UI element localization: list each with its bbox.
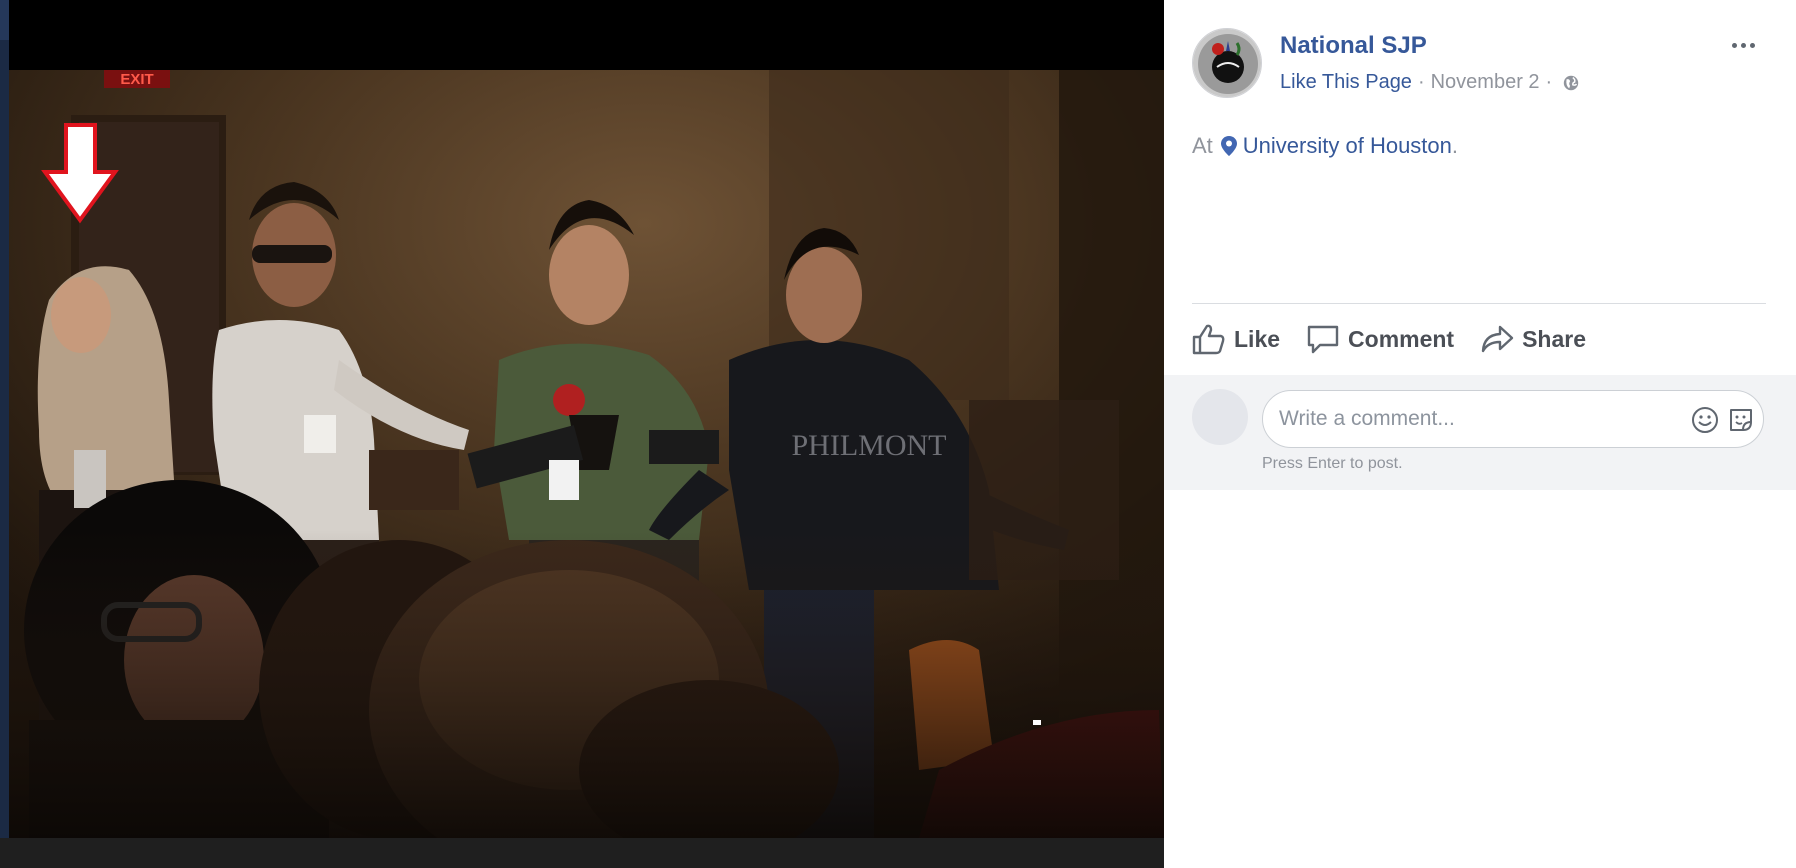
photo-left-edge-top: [0, 0, 9, 40]
meta-separator: ·: [1417, 71, 1425, 93]
location-suffix: .: [1451, 133, 1459, 158]
comment-button[interactable]: Comment: [1306, 323, 1454, 355]
like-label: Like: [1234, 325, 1281, 352]
post-actions: Like Comment Share: [1192, 318, 1612, 360]
sjp-logo-icon: [1193, 29, 1261, 97]
meta-separator: ·: [1545, 71, 1553, 93]
globe-icon[interactable]: [1562, 74, 1580, 92]
post-date[interactable]: November 2: [1431, 71, 1540, 94]
photo-viewer: EXIT PHILMONT: [0, 0, 1164, 868]
press-enter-hint: Press Enter to post.: [1262, 455, 1403, 472]
like-button[interactable]: Like: [1192, 323, 1280, 355]
hoodie-text: PHILMONT: [792, 429, 947, 462]
page-avatar[interactable]: [1192, 28, 1262, 98]
comment-box[interactable]: [1262, 390, 1764, 448]
location-pin-icon: [1220, 136, 1237, 156]
sticker-icon[interactable]: [1727, 406, 1755, 434]
location-prefix: At: [1192, 133, 1213, 158]
like-this-page-link[interactable]: Like This Page: [1280, 71, 1412, 94]
thumbs-up-icon: [1192, 324, 1225, 355]
comment-composer: Press Enter to post.: [1164, 375, 1796, 490]
exit-sign-text: EXIT: [120, 71, 153, 88]
share-label: Share: [1522, 325, 1587, 352]
comment-input[interactable]: [1279, 391, 1659, 447]
photo-left-edge: [0, 0, 9, 868]
event-photo[interactable]: EXIT PHILMONT: [9, 70, 1164, 838]
more-options-icon: [1731, 42, 1737, 48]
event-photo-image: EXIT PHILMONT: [9, 70, 1164, 838]
location-link[interactable]: University of Houston: [1243, 133, 1452, 159]
photo-bottom-edge: [0, 838, 1164, 868]
post-side-panel: National SJP Like This Page · November 2…: [1164, 0, 1796, 868]
speech-bubble-icon: [1307, 325, 1339, 354]
more-options-button[interactable]: [1726, 34, 1760, 56]
page-name[interactable]: National SJP: [1280, 32, 1427, 60]
share-arrow-icon: [1481, 325, 1514, 353]
share-button[interactable]: Share: [1480, 323, 1586, 355]
post-location: At University of Houston .: [1192, 133, 1458, 159]
comment-label: Comment: [1348, 325, 1455, 352]
action-divider: [1192, 303, 1766, 304]
commenter-avatar: [1192, 389, 1248, 445]
post-meta: Like This Page · November 2 ·: [1280, 71, 1580, 94]
smiley-icon[interactable]: [1691, 406, 1719, 434]
